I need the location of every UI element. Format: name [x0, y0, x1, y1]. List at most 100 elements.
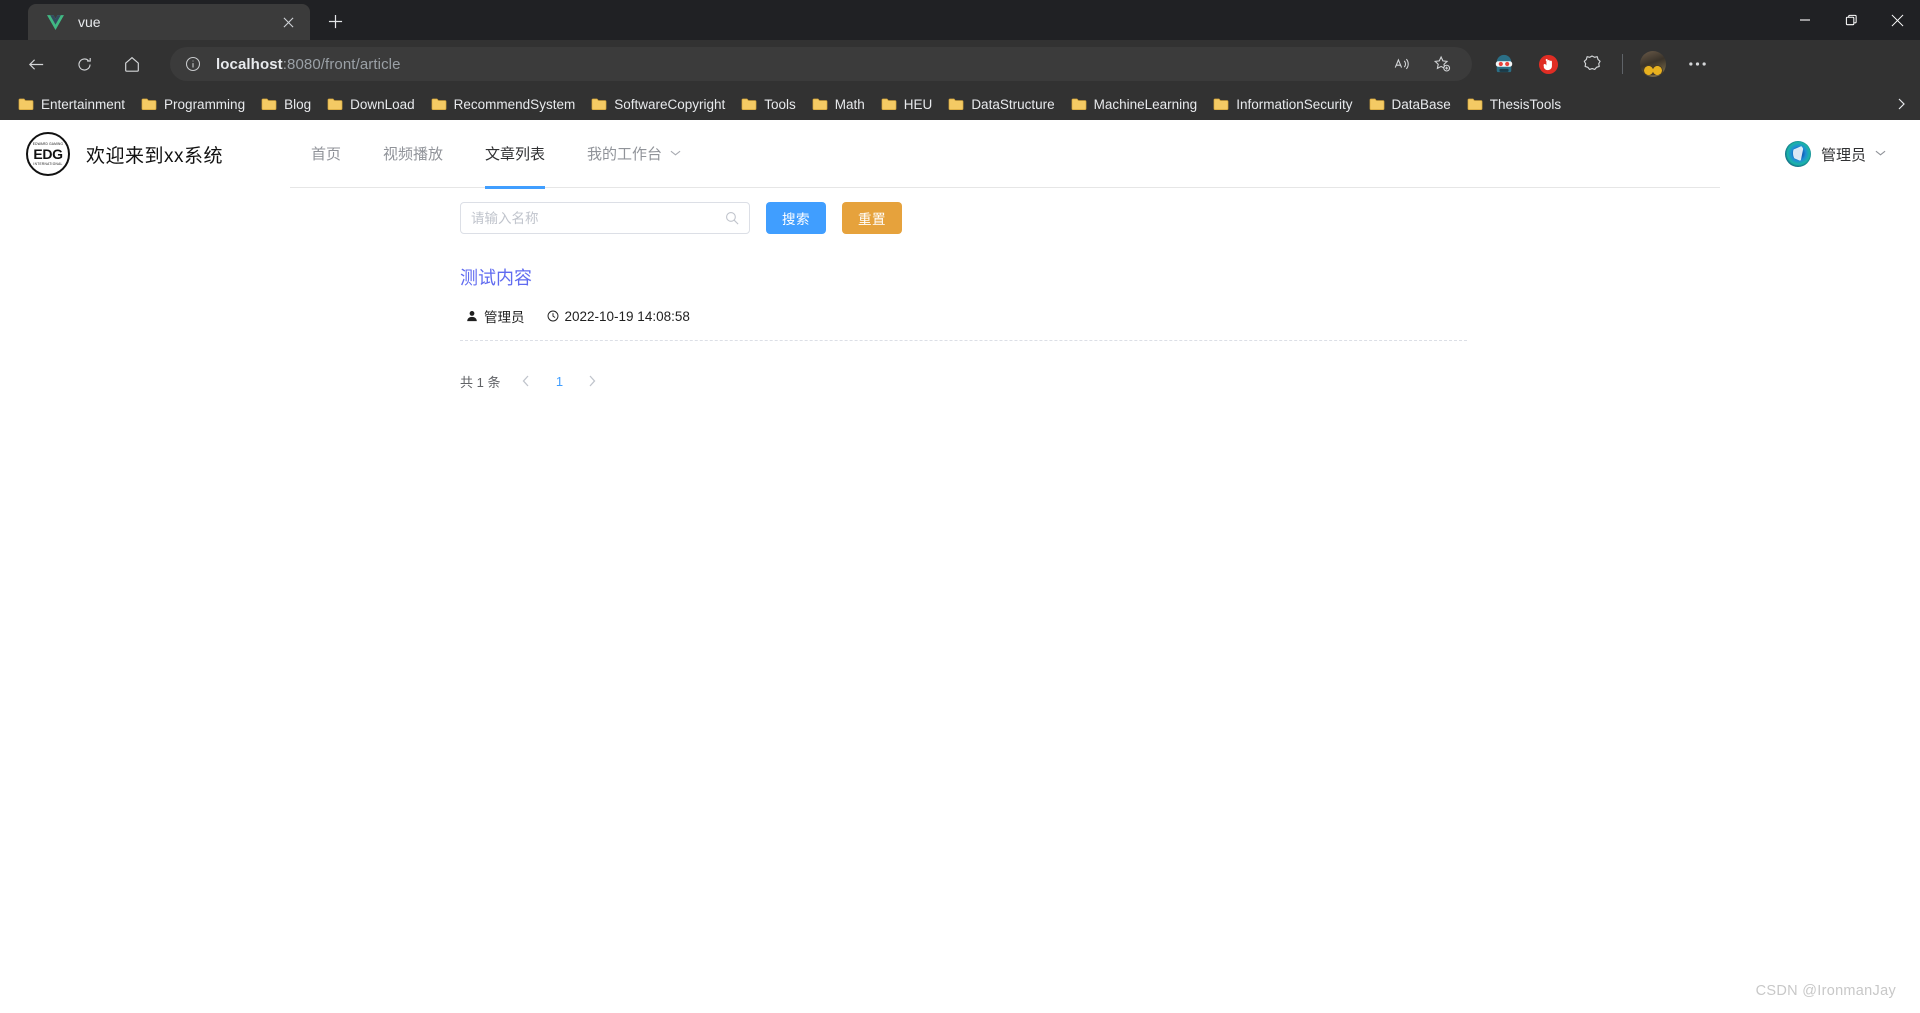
article-author: 管理员: [460, 306, 525, 326]
user-name: 管理员: [1820, 146, 1866, 164]
logo-bottom-text: INTERNATIONAL: [33, 162, 63, 166]
pagination-page-1[interactable]: 1: [544, 367, 574, 395]
nav-item-article-list[interactable]: 文章列表: [464, 120, 566, 189]
minimize-icon[interactable]: [1782, 0, 1828, 40]
browser-tab[interactable]: vue: [28, 4, 310, 40]
more-options-icon[interactable]: [1680, 47, 1714, 81]
bookmark-item[interactable]: Tools: [733, 94, 804, 115]
folder-icon: [1467, 98, 1483, 110]
brand: EDWARD GAMING EDG INTERNATIONAL 欢迎来到xx系统: [0, 132, 223, 176]
reset-button[interactable]: 重置: [842, 202, 902, 234]
bookmarks-overflow-chevron-right-icon[interactable]: [1888, 88, 1914, 120]
tab-close-icon[interactable]: [276, 10, 300, 34]
bookmark-label: DataStructure: [971, 96, 1055, 112]
bookmark-item[interactable]: SoftwareCopyright: [583, 94, 733, 115]
article-time: 2022-10-19 14:08:58: [541, 309, 690, 324]
bookmark-label: HEU: [903, 96, 933, 112]
folder-icon: [881, 98, 897, 110]
folder-icon: [1213, 98, 1229, 110]
bookmark-item[interactable]: MachineLearning: [1063, 94, 1206, 115]
edg-logo-icon: EDWARD GAMING EDG INTERNATIONAL: [26, 132, 70, 176]
bookmark-label: Entertainment: [41, 96, 126, 112]
bookmark-item[interactable]: DownLoad: [319, 94, 423, 115]
bookmark-item[interactable]: HEU: [873, 94, 941, 115]
new-tab-button[interactable]: [318, 4, 352, 38]
nav-item-workbench[interactable]: 我的工作台: [566, 120, 702, 188]
toolbar-divider: [1622, 54, 1623, 74]
window-close-icon[interactable]: [1874, 0, 1920, 40]
browser-toolbar: localhost:8080/front/article: [0, 40, 1920, 88]
read-aloud-icon[interactable]: [1384, 46, 1420, 82]
back-arrow-icon[interactable]: [18, 46, 54, 82]
user-menu[interactable]: 管理员: [1784, 120, 1886, 188]
pagination-next-chevron-right-icon[interactable]: [578, 367, 606, 395]
bookmark-label: Tools: [764, 96, 796, 112]
nav-item-label: 首页: [311, 146, 342, 163]
url-path: :8080/front/article: [282, 55, 401, 73]
url-host: localhost: [216, 55, 283, 73]
bookmark-item[interactable]: ThesisTools: [1459, 94, 1569, 115]
search-button[interactable]: 搜索: [766, 202, 826, 234]
address-bar-actions: [1382, 46, 1462, 82]
browser-window: vue localhost:8080/front/article Enterta…: [0, 0, 1920, 1013]
folder-icon: [1071, 98, 1086, 110]
address-bar[interactable]: localhost:8080/front/article: [170, 47, 1472, 81]
pagination: 共 1 条 1: [460, 367, 1467, 395]
extension-puzzle-icon[interactable]: [1575, 47, 1609, 81]
main-content: 搜索 重置 测试内容 管理员: [0, 188, 1920, 395]
article-meta: 管理员 2022-10-19 14:08:58: [460, 306, 1467, 326]
home-icon[interactable]: [114, 46, 150, 82]
bookmark-item[interactable]: DataBase: [1361, 94, 1459, 115]
page-title: 欢迎来到xx系统: [86, 145, 224, 167]
nav-item-label: 视频播放: [383, 146, 444, 163]
clock-icon: [547, 310, 559, 322]
tab-title: vue: [78, 14, 101, 30]
pagination-prev-chevron-left-icon[interactable]: [512, 367, 540, 395]
nav-item-home[interactable]: 首页: [290, 120, 362, 188]
bookmark-label: Math: [834, 96, 865, 112]
site-info-icon[interactable]: [182, 53, 204, 75]
bookmark-item[interactable]: Blog: [253, 94, 319, 115]
bookmark-item[interactable]: DataStructure: [940, 94, 1062, 115]
search-icon: [725, 211, 739, 225]
chevron-down-icon: [670, 148, 681, 160]
bookmark-item[interactable]: RecommendSystem: [423, 94, 584, 115]
article-time-value: 2022-10-19 14:08:58: [564, 308, 690, 324]
bookmark-item[interactable]: Entertainment: [10, 94, 133, 115]
nav-item-label: 文章列表: [485, 146, 546, 163]
bookmark-item[interactable]: InformationSecurity: [1205, 94, 1360, 115]
folder-icon: [741, 98, 757, 110]
chevron-down-icon: [1875, 148, 1886, 160]
bookmark-label: DataBase: [1391, 96, 1451, 112]
reload-icon[interactable]: [66, 46, 102, 82]
user-icon: [466, 310, 478, 322]
profile-avatar[interactable]: [1636, 47, 1670, 81]
article-title-link[interactable]: 测试内容: [460, 264, 532, 290]
extension-character-icon[interactable]: [1487, 47, 1521, 81]
address-bar-url: localhost:8080/front/article: [216, 56, 401, 73]
bookmark-label: DownLoad: [350, 96, 415, 112]
bookmark-item[interactable]: Programming: [133, 94, 253, 115]
bookmarks-bar: Entertainment Programming Blog DownLoad …: [0, 88, 1920, 120]
window-controls: [1782, 0, 1920, 40]
search-input[interactable]: [471, 210, 725, 226]
article-list: 测试内容 管理员 2022-10-19 14:08:58 共 1 条 1: [460, 264, 1467, 395]
search-box[interactable]: [460, 202, 750, 234]
folder-icon: [18, 98, 34, 110]
article-author-name: 管理员: [484, 310, 525, 325]
bookmark-label: RecommendSystem: [453, 96, 576, 112]
folder-icon: [141, 98, 157, 110]
add-favorite-icon[interactable]: [1424, 46, 1460, 82]
pagination-total: 共 1 条: [460, 374, 501, 390]
bookmark-item[interactable]: Math: [804, 94, 873, 115]
adblock-stop-icon[interactable]: [1531, 47, 1565, 81]
folder-icon: [431, 98, 447, 110]
folder-icon: [327, 98, 343, 110]
nav-item-video[interactable]: 视频播放: [362, 120, 464, 188]
watermark: CSDN @IronmanJay: [1755, 983, 1896, 999]
bookmark-label: InformationSecurity: [1236, 96, 1353, 112]
restore-icon[interactable]: [1828, 0, 1874, 40]
extension-toolbar: [1482, 47, 1719, 81]
search-toolbar: 搜索 重置: [460, 202, 1920, 234]
article-item: 测试内容 管理员 2022-10-19 14:08:58: [460, 264, 1467, 341]
